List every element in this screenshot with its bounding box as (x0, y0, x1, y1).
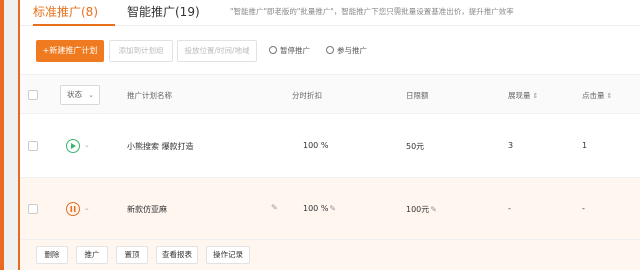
plan-name[interactable]: 新款仿亚麻 (127, 204, 167, 215)
tab-smart-promotion[interactable]: 智能推广(19) (127, 3, 200, 20)
impressions-value: 3 (508, 141, 514, 150)
select-all-checkbox[interactable] (28, 90, 38, 100)
header-time-discount: 分时折扣 (292, 91, 322, 100)
row-action-bar: 删除 推广 置顶 查看报表 操作记录 (20, 240, 640, 270)
clicks-value: - (582, 204, 585, 213)
join-promotion-button[interactable]: 参与推广 (326, 40, 367, 62)
active-tab-indicator (33, 24, 115, 26)
time-discount-value[interactable]: 100 %✎ (303, 204, 336, 213)
new-plan-button[interactable]: +新建推广计划 (36, 40, 104, 62)
placement-settings-button[interactable]: 投放位置/时间/地域 (177, 40, 257, 62)
join-label: 参与推广 (337, 46, 367, 55)
table-header: 状态 ⌄ 推广计划名称 分时折扣 日限额 展现量 ⇕ 点击量 ⇕ (20, 74, 640, 114)
add-to-group-button[interactable]: 添加到计划组 (109, 40, 173, 62)
daily-budget-value[interactable]: 100元✎ (406, 204, 437, 215)
header-impressions-label: 展现量 (508, 91, 531, 100)
view-report-button[interactable]: 查看报表 (156, 246, 198, 264)
table-row[interactable]: ⌄ 小熊搜索 爆款打造 100 % 50元 3 1 (20, 114, 640, 178)
edit-name-icon[interactable]: ✎ (270, 203, 278, 212)
pause-icon (269, 46, 277, 54)
toolbar: +新建推广计划 添加到计划组 投放位置/时间/地域 暂停推广 参与推广 (20, 36, 640, 62)
header-clicks[interactable]: 点击量 ⇕ (582, 90, 612, 101)
pause-status-icon[interactable] (66, 202, 80, 216)
status-filter-dropdown[interactable]: 状态 ⌄ (60, 85, 100, 105)
status-filter-label: 状态 (67, 90, 82, 99)
chevron-down-icon[interactable]: ⌄ (84, 204, 90, 212)
play-icon (326, 46, 334, 54)
sort-icon: ⇕ (606, 92, 613, 100)
delete-button[interactable]: 删除 (36, 246, 68, 264)
edit-icon[interactable]: ✎ (430, 205, 437, 214)
tab-explanation-note: "智能推广"即老版的"批量推广"，智能推广下您只需批量设置基准出价，提升推广效率 (230, 7, 514, 16)
header-impressions[interactable]: 展现量 ⇕ (508, 90, 538, 101)
row-checkbox[interactable] (28, 141, 38, 151)
time-discount-value: 100 % (303, 141, 329, 150)
pause-label: 暂停推广 (280, 46, 310, 55)
header-clicks-label: 点击量 (582, 91, 605, 100)
daily-budget-value: 50元 (406, 142, 425, 151)
header-daily-budget: 日限额 (406, 91, 429, 100)
promotion-panel: 标准推广(8) 智能推广(19) "智能推广"即老版的"批量推广"，智能推广下您… (20, 0, 640, 270)
play-status-icon[interactable] (66, 139, 80, 153)
impressions-value: - (508, 204, 511, 213)
header-plan-name: 推广计划名称 (127, 91, 172, 100)
table-row[interactable]: ⌄ 新款仿亚麻 ✎ 100 %✎ 100元✎ - - (20, 178, 640, 240)
edit-icon[interactable]: ✎ (329, 204, 336, 213)
operation-log-button[interactable]: 操作记录 (206, 246, 250, 264)
promote-button[interactable]: 推广 (76, 246, 108, 264)
tab-standard-promotion[interactable]: 标准推广(8) (33, 3, 98, 20)
clicks-value: 1 (582, 141, 588, 150)
pause-promotion-button[interactable]: 暂停推广 (269, 40, 310, 62)
sort-icon: ⇕ (532, 92, 539, 100)
left-edge-strip (0, 0, 20, 270)
time-discount-text: 100 % (303, 204, 329, 213)
chevron-down-icon: ⌄ (88, 91, 94, 99)
row-checkbox[interactable] (28, 204, 38, 214)
chevron-down-icon[interactable]: ⌄ (84, 141, 90, 149)
daily-budget-text: 100元 (406, 205, 430, 214)
pin-top-button[interactable]: 置顶 (116, 246, 148, 264)
plan-name[interactable]: 小熊搜索 爆款打造 (127, 141, 194, 152)
tab-bar: 标准推广(8) 智能推广(19) "智能推广"即老版的"批量推广"，智能推广下您… (20, 0, 640, 26)
